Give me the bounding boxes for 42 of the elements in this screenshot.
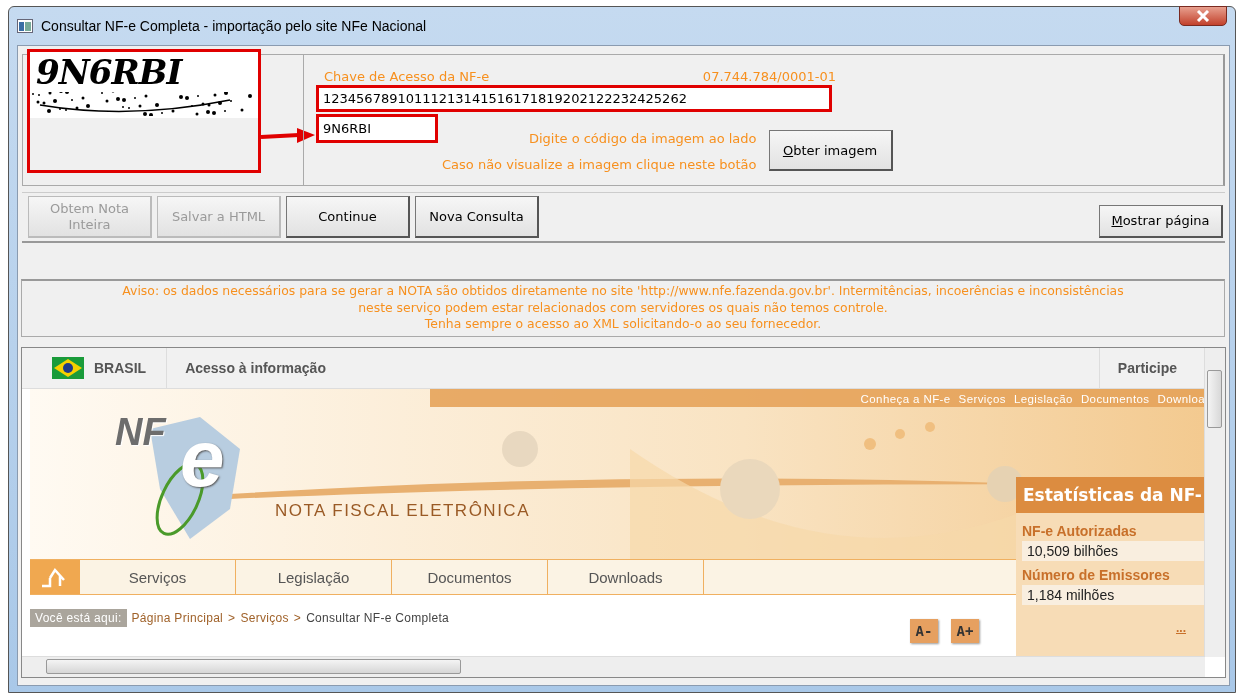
breadcrumb-link[interactable]: Serviços: [240, 611, 289, 625]
cnpj-text: 07.744.784/0001-01: [702, 69, 836, 84]
get-image-button[interactable]: Obter imagem: [768, 130, 893, 171]
window-title: Consultar NF-e Completa - importação pelo site NFe Nacional: [41, 18, 427, 34]
flag-icon: [52, 357, 84, 379]
menu-item[interactable]: Serviços: [80, 560, 236, 594]
menu-item[interactable]: Documentos: [392, 560, 548, 594]
access-key-field[interactable]: 12345678910111213141516171819202122232425262: [316, 85, 832, 112]
image-hint: Caso não visualize a imagem clique neste botão: [442, 156, 757, 174]
stats-title: Estatísticas da NF-: [1016, 477, 1205, 513]
show-page-button[interactable]: Mostrar página: [1099, 204, 1223, 238]
logo-letters: NF: [115, 411, 166, 454]
stats-value: 10,509 bilhões: [1022, 541, 1205, 561]
vertical-scrollbar[interactable]: [1204, 348, 1225, 657]
key-label: Chave de Acesso da NF-e: [324, 69, 490, 84]
notice-text: Aviso: os dados necessários para se gerar a NOTA são obtidos diretamente no site 'http://www.nfe.fazenda.gov.br'. Intermitências, incoerências e inconsistências: [121, 283, 1125, 300]
breadcrumb-separator: >: [228, 611, 236, 625]
logo-letter: e: [180, 419, 225, 499]
action-button[interactable]: Nova Consulta: [415, 196, 539, 238]
menu-item[interactable]: Legislação: [236, 560, 392, 594]
notice-text: Tenha sempre o acesso ao XML solicitando-o ao seu fornecedor.: [423, 316, 823, 333]
breadcrumb-current: Consultar NF-e Completa: [306, 611, 450, 625]
stats-label: NF-e Autorizadas: [1022, 523, 1138, 539]
notice-text: neste serviço podem estar relacionados com servidores os quais não temos controle.: [357, 299, 889, 316]
stats-value: 1,184 milhões: [1022, 585, 1205, 605]
close-button[interactable]: [1179, 6, 1227, 26]
horizontal-scrollbar[interactable]: [22, 656, 1205, 677]
action-button[interactable]: Continue: [286, 196, 410, 238]
country-label[interactable]: BRASIL: [94, 348, 168, 388]
access-info-link[interactable]: Acesso à informação: [185, 360, 326, 376]
breadcrumb-separator: >: [293, 611, 302, 625]
stats-label: Número de Emissores: [1022, 567, 1171, 583]
breadcrumb-label: Você está aqui:: [30, 609, 127, 627]
breadcrumb-link[interactable]: Página Principal: [131, 611, 224, 625]
close-icon: [1196, 10, 1210, 22]
code-hint: Digite o código da imagem ao lado: [528, 130, 757, 148]
font-size-button[interactable]: A+: [951, 619, 979, 643]
font-size-button[interactable]: A-: [910, 619, 938, 643]
logo-tagline: NOTA FISCAL ELETRÔNICA: [275, 501, 530, 521]
menu-item[interactable]: Downloads: [548, 560, 704, 594]
app-icon: [17, 19, 33, 33]
captcha-code-field[interactable]: 9N6RBI: [316, 114, 438, 143]
